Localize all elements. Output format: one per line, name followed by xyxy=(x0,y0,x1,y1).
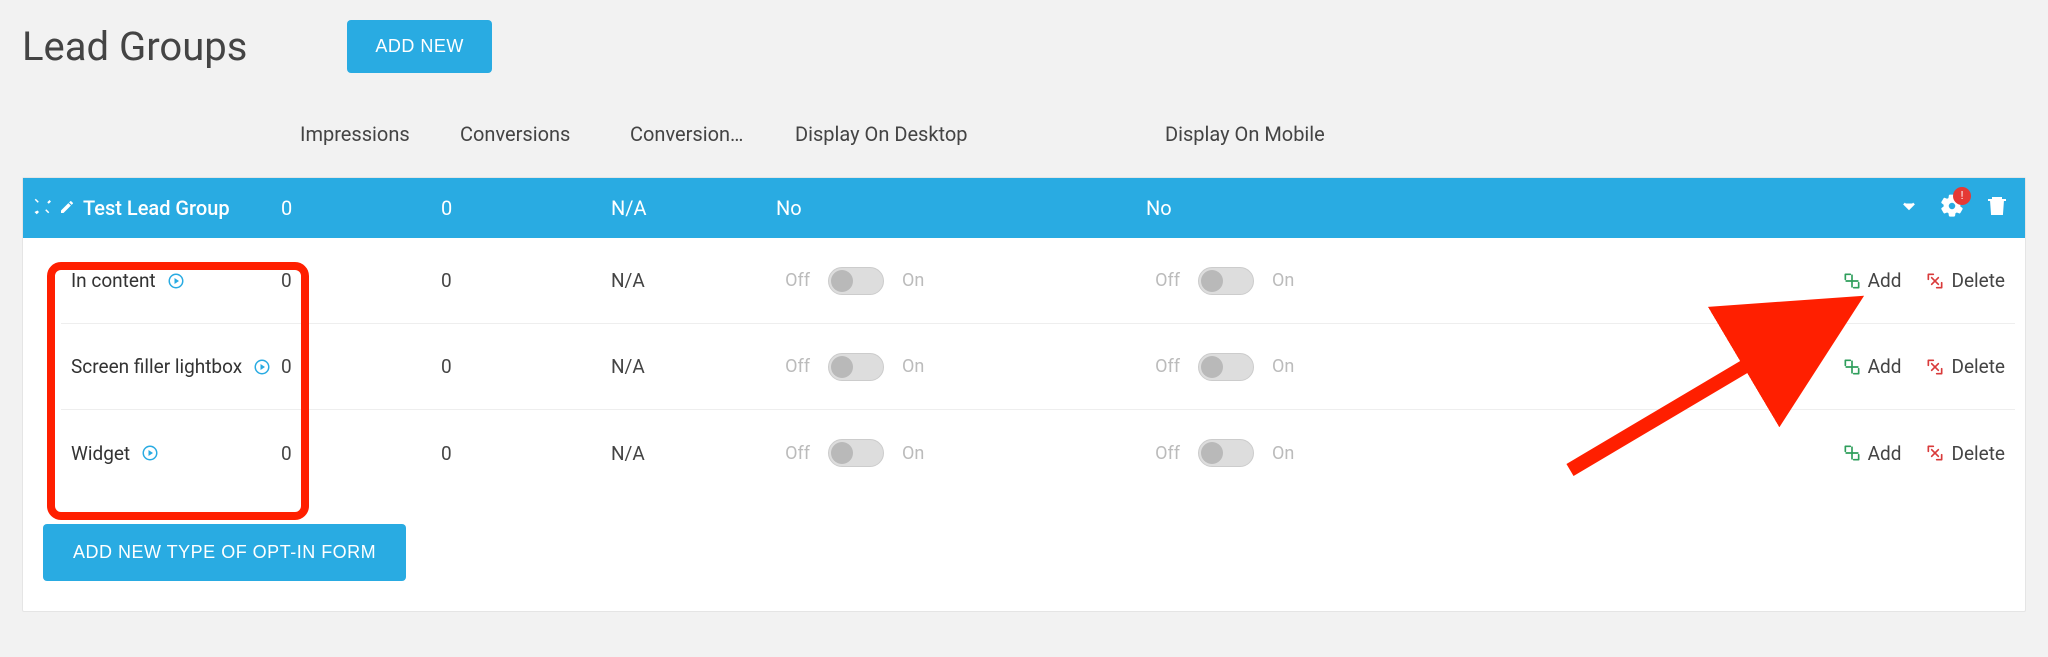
row-name-label: Widget xyxy=(71,442,130,465)
row-name[interactable]: In content xyxy=(61,269,281,292)
lead-groups-table: Impressions Conversions Conversion… Disp… xyxy=(22,113,2026,612)
col-conversions: Conversions xyxy=(460,122,630,146)
group-impressions: 0 xyxy=(281,196,441,220)
group-name: Test Lead Group xyxy=(83,196,281,220)
off-label: Off xyxy=(1146,270,1180,291)
table-row: In content 0 0 N/A Off On Off On xyxy=(61,238,2015,324)
on-label: On xyxy=(902,356,932,377)
row-conversions: 0 xyxy=(441,269,611,292)
column-headers: Impressions Conversions Conversion… Disp… xyxy=(22,113,2026,155)
desktop-toggle-group: Off On xyxy=(776,439,1146,467)
desktop-toggle-group: Off On xyxy=(776,267,1146,295)
group-header: Test Lead Group 0 0 N/A No No ! xyxy=(23,178,2025,238)
add-label: Add xyxy=(1868,269,1902,292)
desktop-toggle-group: Off On xyxy=(776,353,1146,381)
table-row: Screen filler lightbox 0 0 N/A Off On Of… xyxy=(61,324,2015,410)
delete-button[interactable]: Delete xyxy=(1925,355,2005,378)
on-label: On xyxy=(1272,443,1302,464)
edit-icon[interactable] xyxy=(59,196,75,220)
col-display-desktop: Display On Desktop xyxy=(795,122,1165,146)
group-card: Test Lead Group 0 0 N/A No No ! xyxy=(22,177,2026,612)
alert-badge: ! xyxy=(1953,187,1971,205)
add-label: Add xyxy=(1868,355,1902,378)
mobile-toggle[interactable] xyxy=(1198,353,1254,381)
mobile-toggle-group: Off On xyxy=(1146,353,1516,381)
row-conversion-rate: N/A xyxy=(611,442,776,465)
table-row: Widget 0 0 N/A Off On Off On xyxy=(61,410,2015,496)
chevron-down-icon[interactable] xyxy=(1899,196,1919,221)
group-header-icons xyxy=(23,196,83,220)
add-button[interactable]: Add xyxy=(1842,442,1902,465)
play-icon[interactable] xyxy=(140,443,160,463)
row-impressions: 0 xyxy=(281,269,441,292)
group-actions: ! xyxy=(1899,193,2025,224)
row-conversions: 0 xyxy=(441,442,611,465)
delete-button[interactable]: Delete xyxy=(1925,442,2005,465)
row-actions: Add Delete xyxy=(1842,269,2015,292)
add-button[interactable]: Add xyxy=(1842,355,1902,378)
mobile-toggle-group: Off On xyxy=(1146,439,1516,467)
group-display-desktop: No xyxy=(776,196,1146,220)
mobile-toggle[interactable] xyxy=(1198,267,1254,295)
play-icon[interactable] xyxy=(252,357,272,377)
row-impressions: 0 xyxy=(281,442,441,465)
row-conversion-rate: N/A xyxy=(611,269,776,292)
mobile-toggle-group: Off On xyxy=(1146,267,1516,295)
add-label: Add xyxy=(1868,442,1902,465)
off-label: Off xyxy=(1146,356,1180,377)
play-icon[interactable] xyxy=(166,271,186,291)
desktop-toggle[interactable] xyxy=(828,353,884,381)
on-label: On xyxy=(1272,270,1302,291)
mobile-toggle[interactable] xyxy=(1198,439,1254,467)
desktop-toggle[interactable] xyxy=(828,439,884,467)
row-actions: Add Delete xyxy=(1842,442,2015,465)
page-header: Lead Groups ADD NEW xyxy=(0,0,2048,73)
row-name-label: Screen filler lightbox xyxy=(71,355,242,378)
off-label: Off xyxy=(1146,443,1180,464)
off-label: Off xyxy=(776,356,810,377)
group-display-mobile: No xyxy=(1146,196,1516,220)
wrench-icon[interactable] xyxy=(33,196,51,220)
off-label: Off xyxy=(776,270,810,291)
row-conversions: 0 xyxy=(441,355,611,378)
row-actions: Add Delete xyxy=(1842,355,2015,378)
delete-button[interactable]: Delete xyxy=(1925,269,2005,292)
on-label: On xyxy=(902,443,932,464)
delete-label: Delete xyxy=(1951,355,2005,378)
col-display-mobile: Display On Mobile xyxy=(1165,122,1535,146)
off-label: Off xyxy=(776,443,810,464)
col-impressions: Impressions xyxy=(300,122,460,146)
row-name[interactable]: Widget xyxy=(61,442,281,465)
trash-icon[interactable] xyxy=(1985,194,2009,223)
on-label: On xyxy=(902,270,932,291)
add-form-type-button[interactable]: ADD NEW TYPE OF OPT-IN FORM xyxy=(43,524,406,581)
delete-label: Delete xyxy=(1951,269,2005,292)
desktop-toggle[interactable] xyxy=(828,267,884,295)
col-conversion-rate: Conversion… xyxy=(630,122,795,146)
add-button[interactable]: Add xyxy=(1842,269,1902,292)
row-impressions: 0 xyxy=(281,355,441,378)
form-rows: In content 0 0 N/A Off On Off On xyxy=(61,238,2015,496)
add-new-button[interactable]: ADD NEW xyxy=(347,20,492,73)
delete-label: Delete xyxy=(1951,442,2005,465)
on-label: On xyxy=(1272,356,1302,377)
group-conversions: 0 xyxy=(441,196,611,220)
gear-icon[interactable]: ! xyxy=(1939,193,1965,224)
page-title: Lead Groups xyxy=(22,23,247,70)
row-conversion-rate: N/A xyxy=(611,355,776,378)
group-conversion-rate: N/A xyxy=(611,196,776,220)
row-name-label: In content xyxy=(71,269,156,292)
row-name[interactable]: Screen filler lightbox xyxy=(61,355,281,378)
